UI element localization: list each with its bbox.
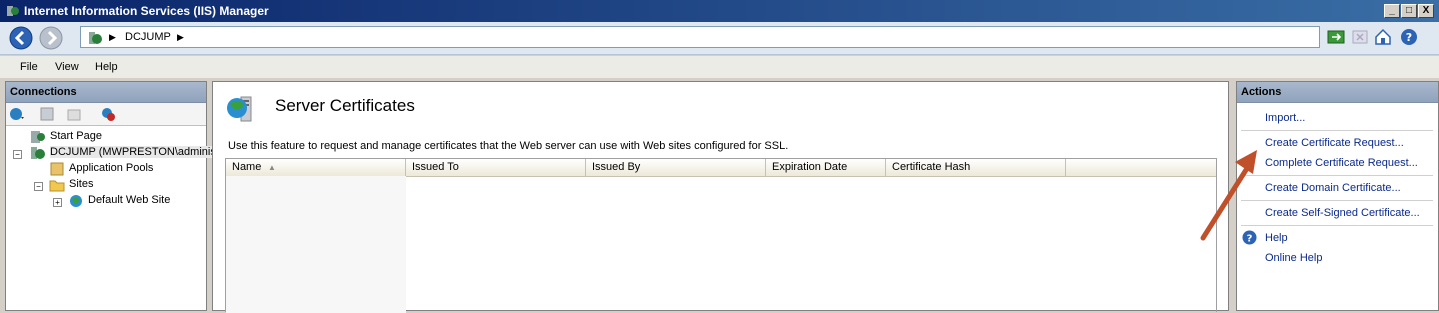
connections-header: Connections — [6, 82, 206, 103]
title-bar: Internet Information Services (IIS) Mana… — [0, 0, 1439, 22]
iis-app-icon — [7, 6, 19, 16]
tree-application-pools[interactable]: Application Pools — [49, 162, 153, 179]
action-create-self-signed-certificate[interactable]: Create Self-Signed Certificate... — [1265, 207, 1420, 219]
tree-default-web-site[interactable]: Default Web Site — [68, 194, 170, 211]
close-button[interactable]: X — [1418, 4, 1434, 18]
tree-start-page[interactable]: Start Page — [30, 130, 102, 147]
breadcrumb-dcjump[interactable]: DCJUMP — [125, 31, 171, 43]
refresh-icon[interactable] — [1326, 27, 1346, 47]
expand-toggle[interactable]: + — [53, 198, 62, 207]
divider — [1241, 130, 1433, 131]
action-help[interactable]: Help — [1265, 232, 1288, 244]
column-label: Name — [232, 161, 262, 173]
actions-panel: Actions Import... Create Certificate Req… — [1236, 81, 1439, 311]
page-title: Server Certificates — [275, 96, 415, 115]
help-dropdown-icon[interactable]: ? — [1400, 27, 1420, 47]
actions-header: Actions — [1237, 82, 1438, 103]
tree-label: Start Page — [50, 130, 102, 142]
up-level-icon[interactable] — [66, 106, 82, 122]
forward-arrow-icon — [39, 26, 63, 50]
action-create-domain-certificate[interactable]: Create Domain Certificate... — [1265, 182, 1401, 194]
folder-icon — [49, 180, 65, 192]
window-title: Internet Information Services (IIS) Mana… — [24, 4, 269, 18]
divider — [1241, 175, 1433, 176]
home-icon[interactable] — [1373, 27, 1393, 47]
back-button[interactable] — [9, 26, 33, 50]
grid-header: Name ▲ Issued To Issued By Expiration Da… — [226, 159, 1216, 177]
forward-button[interactable] — [39, 26, 63, 50]
globe-icon — [70, 195, 82, 207]
divider — [1241, 225, 1433, 226]
certificates-grid[interactable]: Name ▲ Issued To Issued By Expiration Da… — [225, 158, 1217, 313]
server-certificates-icon — [227, 96, 252, 122]
menu-help[interactable]: Help — [95, 61, 118, 73]
action-create-certificate-request[interactable]: Create Certificate Request... — [1265, 137, 1404, 149]
tree-label: DCJUMP (MWPRESTON\administr — [50, 146, 223, 158]
action-complete-certificate-request[interactable]: Complete Certificate Request... — [1265, 157, 1418, 169]
back-arrow-icon — [9, 26, 33, 50]
main-content-panel: Server Certificates Use this feature to … — [212, 81, 1229, 313]
divider — [1241, 200, 1433, 201]
column-issued-to[interactable]: Issued To — [406, 159, 586, 176]
connect-globe-icon[interactable] — [9, 106, 25, 122]
menu-file[interactable]: File — [20, 61, 38, 73]
connections-toolbar — [6, 103, 206, 126]
collapse-toggle[interactable]: − — [34, 182, 43, 191]
column-expiration-date[interactable]: Expiration Date — [766, 159, 886, 176]
server-icon — [89, 32, 102, 44]
breadcrumb-arrow-icon: ▶ — [109, 32, 116, 42]
navigation-bar: ▶ DCJUMP ▶ ? — [0, 22, 1439, 55]
collapse-toggle[interactable]: − — [13, 150, 22, 159]
connections-panel: Connections Start Page − DCJUMP (MWPREST… — [5, 81, 223, 311]
stop-icon[interactable] — [1350, 27, 1370, 47]
start-page-icon — [31, 131, 45, 143]
breadcrumb-arrow-icon[interactable]: ▶ — [177, 32, 184, 43]
remove-connection-icon[interactable] — [100, 106, 116, 122]
tree-label: Default Web Site — [88, 194, 171, 206]
address-bar[interactable]: ▶ DCJUMP ▶ — [80, 26, 1320, 48]
save-icon[interactable] — [39, 106, 55, 122]
tree-server-node[interactable]: DCJUMP (MWPRESTON\administr — [30, 146, 223, 163]
minimize-button[interactable]: _ — [1384, 4, 1400, 18]
tree-sites[interactable]: Sites — [49, 178, 93, 195]
grid-first-column-shade — [226, 176, 406, 313]
svg-text:?: ? — [1406, 31, 1412, 44]
maximize-button[interactable]: □ — [1401, 4, 1417, 18]
menu-bar: File View Help — [0, 56, 1439, 78]
column-name[interactable]: Name ▲ — [226, 159, 406, 176]
column-certificate-hash[interactable]: Certificate Hash — [886, 159, 1066, 176]
application-pools-icon — [50, 162, 64, 176]
menu-view[interactable]: View — [55, 61, 79, 73]
action-import[interactable]: Import... — [1265, 112, 1305, 124]
feature-description: Use this feature to request and manage c… — [228, 140, 789, 152]
column-issued-by[interactable]: Issued By — [586, 159, 766, 176]
server-icon — [31, 147, 45, 159]
tree-label: Application Pools — [69, 162, 154, 174]
action-online-help[interactable]: Online Help — [1265, 252, 1322, 264]
tree-label: Sites — [69, 178, 94, 190]
sort-ascending-icon: ▲ — [268, 163, 276, 172]
annotation-arrow-icon — [1200, 150, 1257, 241]
